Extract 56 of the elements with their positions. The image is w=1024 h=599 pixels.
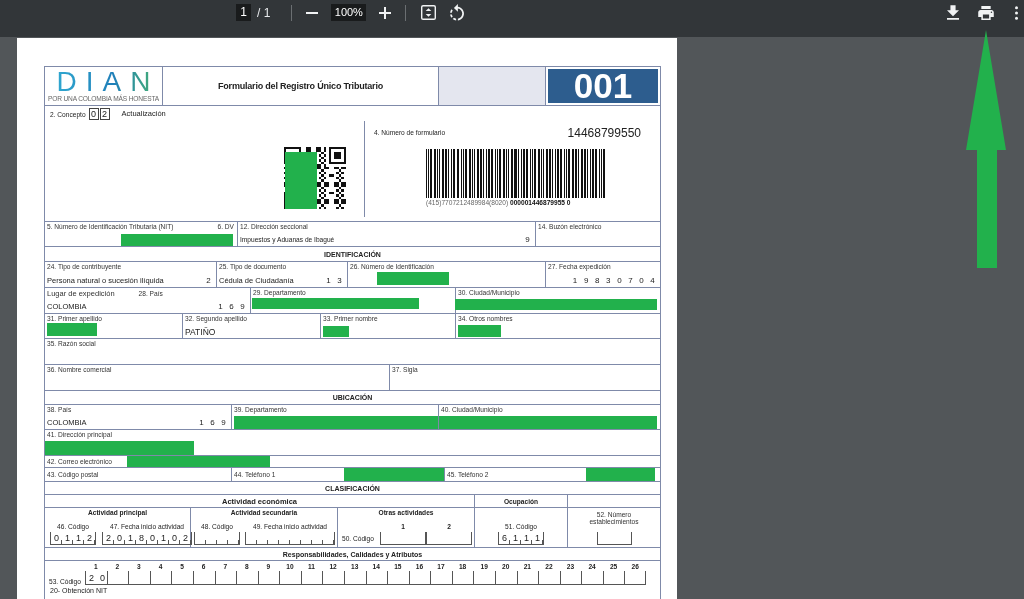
code-field xyxy=(214,571,237,585)
fit-page-button[interactable] xyxy=(418,2,439,23)
code-field xyxy=(149,571,172,585)
code-field xyxy=(344,571,366,585)
field-code: 1 3 xyxy=(326,276,344,286)
code-field xyxy=(602,571,625,585)
code-field xyxy=(365,571,388,585)
code-field xyxy=(300,571,323,585)
code-field xyxy=(624,571,646,585)
code-field xyxy=(408,571,431,585)
field-code: 1 6 9 xyxy=(199,418,228,428)
concept-digit: 0 xyxy=(88,108,99,120)
download-icon xyxy=(947,5,959,20)
field-code: 1 9 8 3 0 7 0 4 xyxy=(572,276,657,286)
code-field xyxy=(387,571,409,585)
code-field: 2 0 1 8 0 1 0 2 xyxy=(102,532,192,545)
more-icon xyxy=(1014,5,1018,20)
fit-page-icon xyxy=(420,5,436,20)
code-field: 2 0 xyxy=(85,571,107,585)
code-field xyxy=(194,532,240,545)
code-field xyxy=(495,571,517,585)
code-field: 0 1 1 2 xyxy=(50,532,96,545)
code-field xyxy=(257,571,280,585)
code-field xyxy=(380,532,426,545)
code-field xyxy=(171,571,194,585)
code-field xyxy=(426,532,472,545)
page-number-field[interactable]: 1 xyxy=(236,4,251,21)
code-field xyxy=(322,571,344,585)
code-field xyxy=(473,571,495,585)
code-field xyxy=(128,571,150,585)
code-field xyxy=(430,571,452,585)
field-code: 1 6 9 xyxy=(218,302,247,312)
code-field xyxy=(538,571,560,585)
code-field xyxy=(581,571,603,585)
rotate-icon xyxy=(450,4,465,21)
form-code: 001 xyxy=(548,69,658,103)
field-code: 9 xyxy=(525,235,532,245)
code-field xyxy=(559,571,582,585)
field-value: PATIÑO xyxy=(185,327,216,337)
minus-icon xyxy=(306,11,319,14)
page-count: / 1 xyxy=(257,5,271,20)
code-field xyxy=(106,571,129,585)
code-field xyxy=(236,571,258,585)
concept-digit: 2 xyxy=(99,108,110,120)
plus-icon xyxy=(379,6,392,19)
code-field xyxy=(596,532,632,545)
code-field xyxy=(516,571,539,585)
zoom-level-field[interactable]: 100% xyxy=(331,4,367,21)
field-code: 2 xyxy=(206,276,213,286)
form-title: Formulario del Registro Único Tributario xyxy=(218,81,383,91)
code-field: 6 1 1 1 xyxy=(498,532,544,545)
code-field xyxy=(193,571,215,585)
code-field xyxy=(451,571,474,585)
form-number: 14468799550 xyxy=(567,126,641,140)
code-field xyxy=(279,571,301,585)
print-icon xyxy=(978,5,994,20)
